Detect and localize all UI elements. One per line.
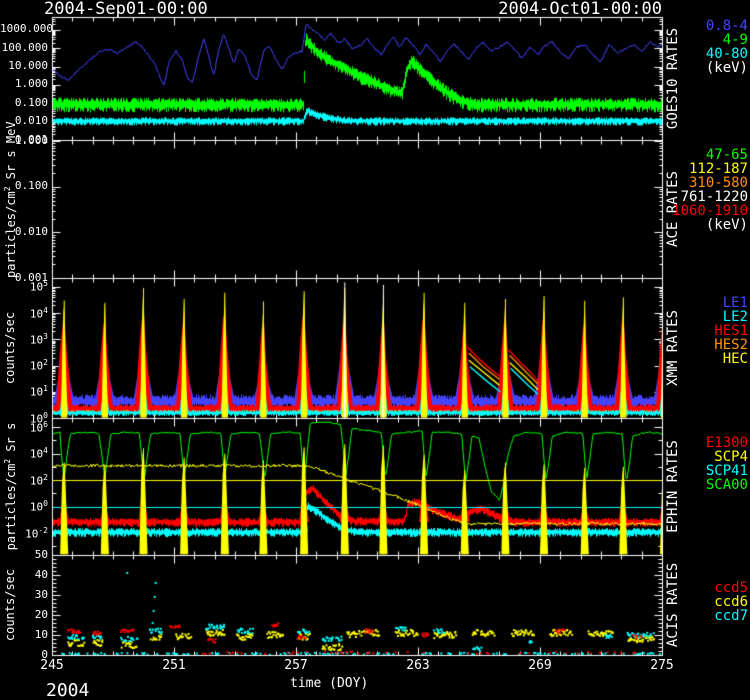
legend-entry-1060-1910: 1060-1910	[638, 204, 748, 218]
legend-entry-0-8-4: 0.8-4	[638, 19, 748, 33]
legend-entry-scp41: SCP41	[638, 464, 748, 478]
legend-entry-ccd7: ccd7	[638, 609, 748, 623]
y-axis-title-xmm: counts/sec	[4, 278, 16, 418]
legend-entry-sca00: SCA00	[638, 478, 748, 492]
legend-entry-scp4: SCP4	[638, 450, 748, 464]
legend-entry-hes1: HES1	[638, 324, 748, 338]
end-date-title: 2004-Oct01-00:00	[498, 1, 662, 18]
x-tick-label: 245	[30, 659, 74, 672]
legend-entry--kev-: (keV)	[638, 218, 748, 232]
radiation-monitor-plot: 2004-Sep01-00:00 2004-Oct01-00:00 time (…	[0, 0, 750, 700]
legend-entry-761-1220: 761-1220	[638, 190, 748, 204]
legend-entry-112-187: 112-187	[638, 162, 748, 176]
legend-entry--kev-: (keV)	[638, 61, 748, 75]
y-tick-label: 1000.000	[0, 23, 48, 34]
y-axis-title-ace: particles/cm2 Sr s MeV	[4, 140, 17, 278]
x-axis-title: time (DOY)	[290, 677, 368, 690]
legend-entry-le2: LE2	[638, 310, 748, 324]
legend-entry-47-65: 47-65	[638, 148, 748, 162]
legend-entry-ccd5: ccd5	[638, 581, 748, 595]
legend-entry-hec: HEC	[638, 352, 748, 366]
x-tick-label: 263	[396, 659, 440, 672]
y-tick-label: 100.000	[0, 42, 48, 53]
start-date-title: 2004-Sep01-00:00	[44, 1, 208, 18]
y-tick-label: 10.000	[0, 60, 48, 71]
legend-entry-hes2: HES2	[638, 338, 748, 352]
legend-entry-ccd6: ccd6	[638, 595, 748, 609]
legend-entry-40-80: 40-80	[638, 47, 748, 61]
x-tick-label: 251	[152, 659, 196, 672]
legend-entry-310-580: 310-580	[638, 176, 748, 190]
y-axis-title-ephin: particles/cm2 Sr s	[4, 418, 17, 555]
x-tick-label: 257	[274, 659, 318, 672]
legend-entry-e1300: E1300	[638, 436, 748, 450]
y-tick-label: 1.000	[0, 78, 48, 89]
y-tick-label: 0.100	[0, 97, 48, 108]
x-tick-label: 269	[518, 659, 562, 672]
legend-entry-4-9: 4-9	[638, 33, 748, 47]
x-tick-label: 275	[640, 659, 684, 672]
year-label: 2004	[46, 682, 89, 700]
y-axis-title-acis: counts/sec	[4, 555, 16, 655]
legend-entry-le1: LE1	[638, 296, 748, 310]
